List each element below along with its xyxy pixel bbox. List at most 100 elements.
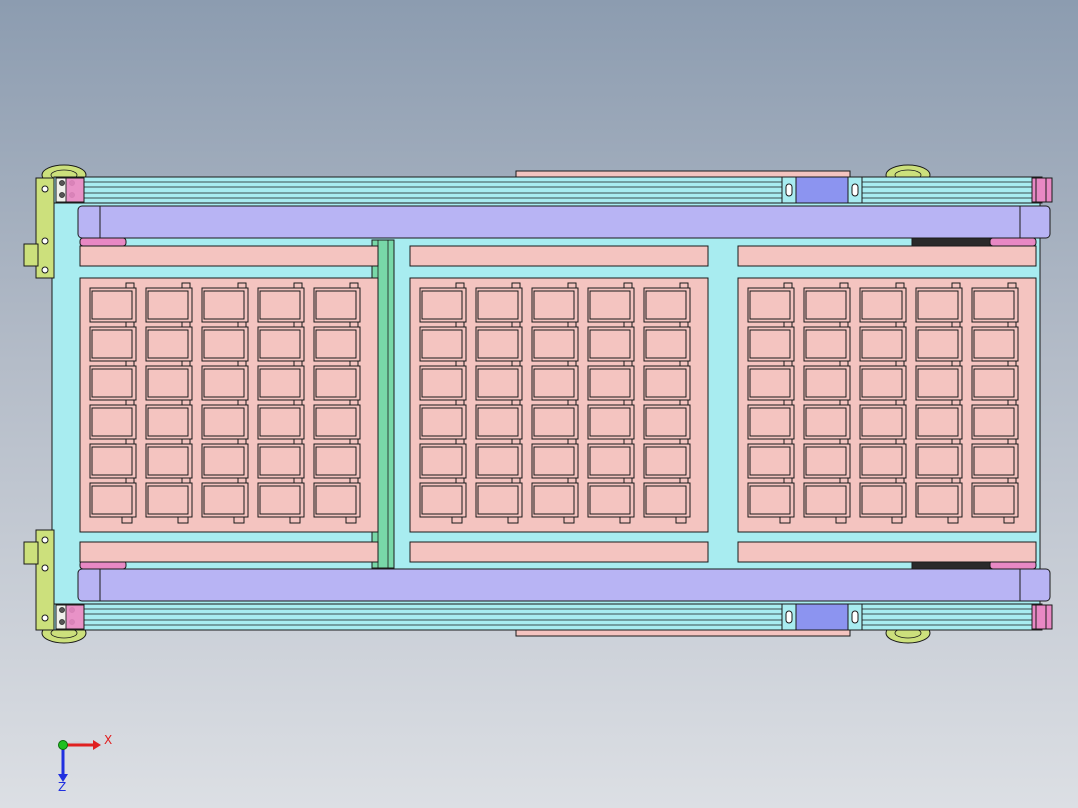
pocket-inner <box>917 329 959 359</box>
pocket-clip-top <box>839 282 849 289</box>
tray-pocket <box>859 282 907 323</box>
tray-pocket <box>803 360 851 401</box>
pocket-inner <box>91 485 133 515</box>
tray-pocket <box>201 321 249 362</box>
pocket-inner <box>917 485 959 515</box>
pocket-inner <box>861 290 903 320</box>
tray-pocket <box>475 321 523 362</box>
pocket-clip-top <box>839 321 849 328</box>
screw <box>59 619 65 625</box>
pocket-clip-top <box>125 282 135 289</box>
slot <box>851 610 859 624</box>
pocket-clip-bottom <box>177 516 189 524</box>
pocket-clip-bottom <box>233 516 245 524</box>
pocket-clip-top <box>895 282 905 289</box>
tray-pocket <box>587 477 635 524</box>
slot <box>785 183 793 197</box>
pocket-inner <box>589 446 631 476</box>
pocket-clip-bottom <box>619 516 631 524</box>
pocket-clip-top <box>839 360 849 367</box>
pocket-inner <box>749 407 791 437</box>
conveyor-assembly-top-view[interactable] <box>0 0 1078 808</box>
tray-pocket <box>531 438 579 479</box>
cad-viewport[interactable]: X Z <box>0 0 1078 808</box>
pocket-clip-top <box>1007 477 1017 484</box>
tray-pocket <box>201 399 249 440</box>
tray-pocket <box>915 321 963 362</box>
bolt-hole <box>41 185 49 193</box>
pocket-clip-top <box>895 438 905 445</box>
tray-pocket <box>257 321 305 362</box>
pocket-clip-top <box>125 477 135 484</box>
tray-pocket <box>915 360 963 401</box>
screw <box>59 607 65 613</box>
tray-pocket <box>145 360 193 401</box>
pocket-clip-top <box>455 477 465 484</box>
tray-pocket <box>747 360 795 401</box>
pocket-clip-top <box>293 399 303 406</box>
pocket-inner <box>91 368 133 398</box>
pocket-clip-top <box>623 438 633 445</box>
pocket-inner <box>147 368 189 398</box>
pocket-clip-top <box>181 360 191 367</box>
tray-pocket <box>145 321 193 362</box>
tray-pocket <box>257 399 305 440</box>
pocket-clip-top <box>455 438 465 445</box>
pocket-clip-top <box>895 321 905 328</box>
pocket-inner <box>973 368 1015 398</box>
pocket-clip-top <box>679 438 689 445</box>
roller-end <box>989 237 1037 247</box>
pocket-inner <box>861 407 903 437</box>
tray-pocket <box>803 399 851 440</box>
tray-pocket <box>859 438 907 479</box>
pocket-clip-top <box>783 360 793 367</box>
tray-pocket <box>313 321 361 362</box>
tray-pocket <box>971 360 1019 401</box>
pocket-clip-bottom <box>345 516 357 524</box>
tray-pocket <box>313 438 361 479</box>
tray-pocket <box>201 360 249 401</box>
pocket-clip-top <box>679 477 689 484</box>
pocket-inner <box>315 407 357 437</box>
pocket-inner <box>91 329 133 359</box>
pocket-inner <box>533 290 575 320</box>
tray-top-lip <box>409 245 709 267</box>
pocket-clip-top <box>293 282 303 289</box>
pocket-inner <box>589 485 631 515</box>
pocket-inner <box>645 407 687 437</box>
pocket-inner <box>645 485 687 515</box>
pocket-clip-top <box>623 360 633 367</box>
pocket-inner <box>477 485 519 515</box>
pocket-clip-top <box>951 399 961 406</box>
pocket-inner <box>259 329 301 359</box>
pocket-inner <box>147 407 189 437</box>
pocket-inner <box>203 407 245 437</box>
pocket-clip-top <box>951 438 961 445</box>
tray-pocket <box>419 282 467 323</box>
pocket-inner <box>477 368 519 398</box>
pocket-inner <box>259 485 301 515</box>
left-side-bracket-top <box>23 177 55 279</box>
pocket-clip-top <box>181 399 191 406</box>
pocket-inner <box>917 407 959 437</box>
tray-pocket <box>145 477 193 524</box>
pocket-clip-bottom <box>451 516 463 524</box>
tray-pocket <box>643 399 691 440</box>
pocket-inner <box>749 368 791 398</box>
pocket-clip-top <box>895 399 905 406</box>
pocket-clip-top <box>783 321 793 328</box>
pocket-clip-top <box>237 477 247 484</box>
tray-pocket <box>803 477 851 524</box>
tray-pocket <box>145 438 193 479</box>
pocket-inner <box>749 329 791 359</box>
tray-2 <box>409 245 709 563</box>
pocket-clip-top <box>181 438 191 445</box>
pocket-clip-top <box>511 399 521 406</box>
tray-pocket <box>915 399 963 440</box>
pocket-clip-top <box>349 438 359 445</box>
tray-top-lip <box>79 245 379 267</box>
tray-pocket <box>313 360 361 401</box>
pocket-clip-top <box>181 477 191 484</box>
tray-pocket <box>587 321 635 362</box>
pocket-clip-top <box>293 321 303 328</box>
